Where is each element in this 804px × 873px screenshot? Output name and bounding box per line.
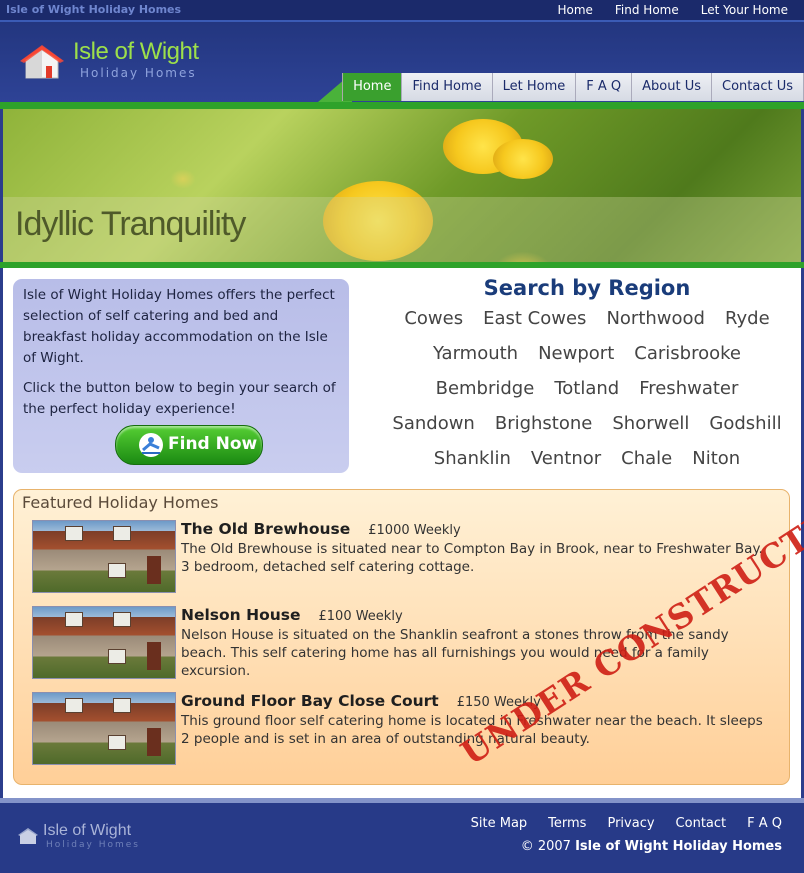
nav-home[interactable]: Home [343,73,403,101]
region-link[interactable]: Niton [692,448,740,483]
copyright-name: Isle of Wight Holiday Homes [575,839,782,854]
region-row: Bembridge Totland Freshwater [387,378,787,413]
window-decoration [113,698,131,713]
footer-link-faq[interactable]: F A Q [747,816,782,831]
window-decoration [65,612,83,627]
intro-cta-text: Click the button below to begin your sea… [23,380,336,417]
flower-decoration [493,139,553,179]
footer-link-privacy[interactable]: Privacy [607,816,654,831]
listing-thumbnail[interactable] [32,606,176,679]
site-name: Isle of Wight Holiday Homes [6,3,182,16]
window-decoration [108,563,126,578]
region-list: Cowes East Cowes Northwood Ryde Yarmouth… [387,308,787,483]
intro-panel: Isle of Wight Holiday Homes offers the p… [13,279,349,473]
toplink-home[interactable]: Home [557,3,592,17]
door-decoration [147,556,161,584]
region-search-title: Search by Region [483,276,691,300]
region-link[interactable]: Shorwell [612,413,689,448]
footer-link-site-map[interactable]: Site Map [471,816,528,831]
region-link[interactable]: Totland [554,378,619,413]
main-nav: Home Find Home Let Home F A Q About Us C… [342,73,804,101]
find-now-label: Find Now [168,434,258,454]
region-link[interactable]: Brighstone [495,413,593,448]
top-links: Home Find Home Let Your Home [557,3,788,17]
nav-contact-us[interactable]: Contact Us [712,73,804,101]
nav-faq[interactable]: F A Q [576,73,633,101]
window-decoration [108,649,126,664]
hero-tagline: Idyllic Tranquility [15,205,246,243]
featured-homes-panel: Featured Holiday Homes The Old Brewhouse… [13,476,804,785]
region-link[interactable]: Bembridge [436,378,535,413]
region-link[interactable]: Shanklin [434,448,511,483]
listing-thumbnail[interactable] [32,520,176,593]
footer: Isle of Wight Holiday Homes Site Map Ter… [0,798,804,873]
nav-find-home[interactable]: Find Home [402,73,493,101]
sunbather-icon [139,433,163,457]
region-link[interactable]: East Cowes [483,308,586,343]
toplink-let-your-home[interactable]: Let Your Home [701,3,788,17]
region-link[interactable]: Northwood [606,308,705,343]
footer-links: Site Map Terms Privacy Contact F A Q [471,816,782,831]
logo-title: Isle of Wight [73,38,199,65]
listing-item: The Old Brewhouse £1000 Weekly The Old Br… [32,520,777,596]
listing-price: £100 Weekly [318,609,403,624]
footer-link-terms[interactable]: Terms [548,816,586,831]
listing-price: £1000 Weekly [368,523,461,538]
listing-description: The Old Brewhouse is situated near to Co… [181,541,763,575]
region-link[interactable]: Godshill [709,413,781,448]
copyright: © 2007 Isle of Wight Holiday Homes [521,839,782,854]
intro-text: Isle of Wight Holiday Homes offers the p… [23,287,335,366]
region-link[interactable]: Ryde [725,308,770,343]
main-content: Isle of Wight Holiday Homes offers the p… [3,268,804,798]
region-link[interactable]: Sandown [392,413,474,448]
footer-link-contact[interactable]: Contact [676,816,727,831]
logo-subtitle: Holiday Homes [80,66,197,80]
listing-thumbnail[interactable] [32,692,176,765]
region-row: Shanklin Ventnor Chale Niton [387,448,787,483]
window-decoration [65,698,83,713]
house-icon [18,828,38,844]
window-decoration [108,735,126,750]
window-decoration [113,612,131,627]
window-decoration [113,526,131,541]
header: Isle of Wight Holiday Homes Home Find Ho… [0,22,804,102]
nav-about-us[interactable]: About Us [632,73,712,101]
copyright-prefix: © 2007 [520,839,571,854]
divider [0,102,804,109]
region-row: Sandown Brighstone Shorwell Godshill [387,413,787,448]
listing-item: Ground Floor Bay Close Court £150 Weekly … [32,692,777,768]
listing-title[interactable]: The Old Brewhouse £1000 Weekly [181,520,461,538]
region-link[interactable]: Ventnor [531,448,601,483]
region-row: Yarmouth Newport Carisbrooke [387,343,787,378]
region-link[interactable]: Carisbrooke [634,343,741,378]
region-row: Cowes East Cowes Northwood Ryde [387,308,787,343]
region-link[interactable]: Yarmouth [433,343,518,378]
door-decoration [147,642,161,670]
region-link[interactable]: Freshwater [639,378,738,413]
door-decoration [147,728,161,756]
region-link[interactable]: Cowes [404,308,463,343]
footer-logo-subtitle: Holiday Homes [46,840,140,850]
listing-title[interactable]: Nelson House £100 Weekly [181,606,403,624]
region-link[interactable]: Newport [538,343,614,378]
window-decoration [65,526,83,541]
hero-banner: Idyllic Tranquility [3,109,801,262]
nav-let-home[interactable]: Let Home [492,73,577,101]
toplink-find-home[interactable]: Find Home [615,3,679,17]
find-now-button[interactable]: Find Now [115,425,263,465]
listing-title[interactable]: Ground Floor Bay Close Court £150 Weekly [181,692,541,710]
top-bar: Isle of Wight Holiday Homes Home Find Ho… [0,0,804,22]
footer-logo-title: Isle of Wight [43,822,132,839]
house-icon [20,45,64,79]
region-link[interactable]: Chale [621,448,672,483]
featured-title: Featured Holiday Homes [22,493,219,512]
